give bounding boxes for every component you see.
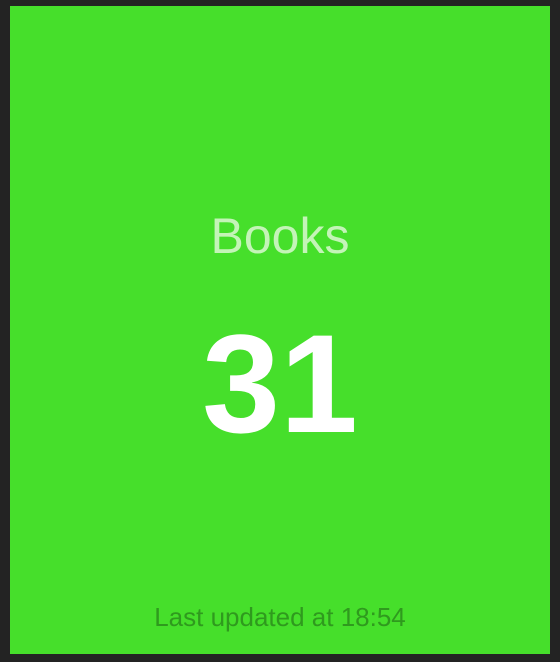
- widget-title: Books: [210, 208, 350, 264]
- widget-value: 31: [202, 305, 358, 462]
- number-widget: Books 31 Last updated at 18:54: [10, 6, 550, 654]
- last-updated-text: Last updated at 18:54: [154, 602, 406, 632]
